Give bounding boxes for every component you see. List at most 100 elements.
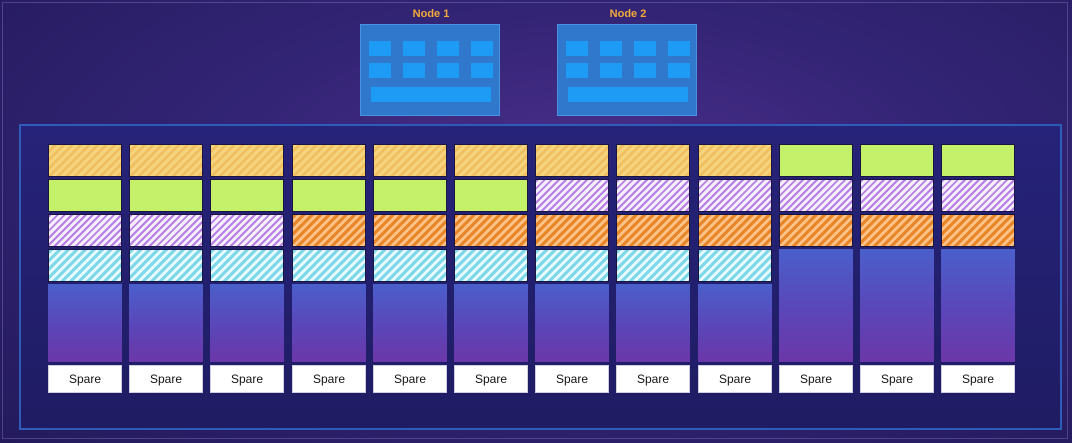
column-body — [860, 249, 934, 362]
node-2-cell — [634, 63, 656, 78]
slot-yellow — [373, 144, 447, 177]
rack-column: Spare — [941, 126, 1015, 426]
rack-column: Spare — [210, 126, 284, 426]
node-2-cell — [668, 63, 690, 78]
column-body — [535, 284, 609, 362]
slot-green — [941, 144, 1015, 177]
slot-green — [129, 179, 203, 212]
slot-cyan — [292, 249, 366, 282]
slot-purple — [616, 179, 690, 212]
spare-slot: Spare — [373, 365, 447, 393]
spare-slot: Spare — [860, 365, 934, 393]
column-body — [779, 249, 853, 362]
spare-slot: Spare — [779, 365, 853, 393]
rack-column: Spare — [616, 126, 690, 426]
spare-slot: Spare — [698, 365, 772, 393]
node-1-cell — [437, 63, 459, 78]
rack-column: Spare — [535, 126, 609, 426]
slot-green — [454, 179, 528, 212]
slot-purple — [941, 179, 1015, 212]
column-body — [698, 284, 772, 362]
rack-panel: Spare Spare Spare Spare Spare Spare Spare Spare… — [19, 124, 1062, 430]
spare-slot: Spare — [292, 365, 366, 393]
rack-column: Spare — [373, 126, 447, 426]
node-1-cell — [403, 41, 425, 56]
node-1-cell — [471, 41, 493, 56]
slot-yellow — [210, 144, 284, 177]
node-2-bar — [568, 87, 688, 102]
column-body — [48, 284, 122, 362]
rack-column: Spare — [860, 126, 934, 426]
slot-cyan — [373, 249, 447, 282]
node-1: Node 1 — [360, 4, 502, 116]
node-2-cell — [566, 41, 588, 56]
column-body — [210, 284, 284, 362]
node-1-cell — [369, 41, 391, 56]
slot-green — [210, 179, 284, 212]
rack-column: Spare — [48, 126, 122, 426]
column-body — [454, 284, 528, 362]
rack-column: Spare — [454, 126, 528, 426]
slot-yellow — [454, 144, 528, 177]
column-body — [373, 284, 447, 362]
spare-slot: Spare — [210, 365, 284, 393]
column-body — [292, 284, 366, 362]
spare-slot: Spare — [535, 365, 609, 393]
node-2-cell — [600, 63, 622, 78]
slot-purple — [860, 179, 934, 212]
slot-purple — [129, 214, 203, 247]
slot-yellow — [48, 144, 122, 177]
slot-green — [292, 179, 366, 212]
node-2-label: Node 2 — [609, 8, 647, 20]
slot-orange — [779, 214, 853, 247]
slot-orange — [454, 214, 528, 247]
slot-cyan — [454, 249, 528, 282]
slot-cyan — [535, 249, 609, 282]
slot-yellow — [616, 144, 690, 177]
node-1-cell — [403, 63, 425, 78]
spare-slot: Spare — [616, 365, 690, 393]
node-1-cell — [437, 41, 459, 56]
node-2-cell — [600, 41, 622, 56]
slot-orange — [698, 214, 772, 247]
slot-orange — [373, 214, 447, 247]
slot-orange — [535, 214, 609, 247]
column-body — [941, 249, 1015, 362]
slot-yellow — [129, 144, 203, 177]
node-2: Node 2 — [557, 4, 699, 116]
rack-column: Spare — [292, 126, 366, 426]
spare-slot: Spare — [48, 365, 122, 393]
node-2-cell — [634, 41, 656, 56]
node-1-label: Node 1 — [412, 8, 450, 20]
column-body — [616, 284, 690, 362]
slot-purple — [698, 179, 772, 212]
column-body — [129, 284, 203, 362]
slot-purple — [48, 214, 122, 247]
slot-yellow — [698, 144, 772, 177]
spare-slot: Spare — [454, 365, 528, 393]
node-1-cell — [471, 63, 493, 78]
slot-purple — [779, 179, 853, 212]
slot-purple — [210, 214, 284, 247]
slot-cyan — [210, 249, 284, 282]
slot-green — [373, 179, 447, 212]
slot-green — [860, 144, 934, 177]
slot-orange — [292, 214, 366, 247]
slot-yellow — [535, 144, 609, 177]
spare-slot: Spare — [129, 365, 203, 393]
slot-orange — [860, 214, 934, 247]
node-1-box — [360, 24, 500, 116]
node-2-box — [557, 24, 697, 116]
slot-yellow — [292, 144, 366, 177]
slot-green — [48, 179, 122, 212]
slot-cyan — [698, 249, 772, 282]
rack-column: Spare — [129, 126, 203, 426]
node-2-cell — [566, 63, 588, 78]
slot-purple — [535, 179, 609, 212]
spare-slot: Spare — [941, 365, 1015, 393]
slot-cyan — [48, 249, 122, 282]
slot-cyan — [616, 249, 690, 282]
node-1-bar — [371, 87, 491, 102]
node-1-cell — [369, 63, 391, 78]
slot-orange — [941, 214, 1015, 247]
